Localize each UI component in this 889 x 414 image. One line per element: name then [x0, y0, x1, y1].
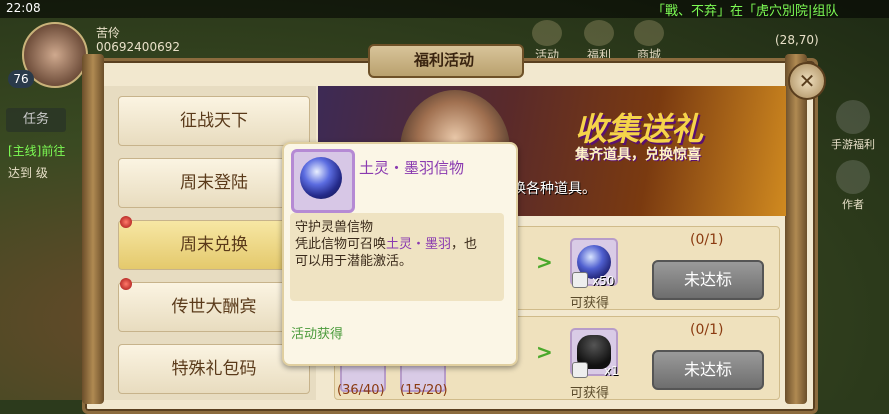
welfare-label: 手游福利: [831, 138, 875, 151]
world-chat-ticker: 「戰、不弃」在「虎穴別院|组队: [652, 4, 839, 19]
quest-line-1[interactable]: [主线]前往: [8, 142, 65, 159]
reward-quantity: x1: [604, 364, 619, 378]
menu-item-campaign[interactable]: 征战天下: [118, 96, 310, 146]
panel-title: 福利活动: [413, 51, 474, 69]
welfare-button[interactable]: 手游福利: [828, 100, 878, 152]
material-progress: (36/40): [337, 383, 385, 398]
banner-subtitle: 集齐道具，兑换惊喜: [575, 147, 701, 163]
status-time: 22:08: [6, 1, 41, 15]
reward-quantity: x50: [592, 274, 615, 288]
tooltip-desc-line3: 可以用于潜能激活。: [295, 254, 413, 269]
tooltip-desc-line1: 守护灵兽信物: [295, 220, 374, 235]
banner-description: 换各种道具。: [512, 181, 596, 197]
tooltip-item-name: 土灵・墨羽信物: [359, 159, 465, 177]
welfare-icon: [836, 100, 870, 134]
gift-icon: [584, 20, 614, 46]
player-level: 76: [8, 70, 34, 88]
row-progress: (0/1): [690, 322, 724, 338]
notification-dot: [120, 278, 132, 290]
player-id: 00692400692: [96, 40, 180, 54]
tooltip-desc-text: ，也: [451, 237, 478, 252]
can-get-label: 可获得: [570, 296, 610, 311]
author-icon: [836, 160, 870, 194]
not-reached-button[interactable]: 未达标: [652, 260, 764, 300]
activity-icon: [532, 20, 562, 46]
arrow-right-icon: >: [536, 340, 553, 364]
author-label: 作者: [842, 198, 864, 211]
author-button[interactable]: 作者: [828, 160, 878, 212]
tooltip-description: 守护灵兽信物 凭此信物可召唤土灵・墨羽，也 可以用于潜能激活。: [295, 219, 503, 270]
shop-icon: [634, 20, 664, 46]
material-progress: (15/20): [400, 383, 448, 398]
arrow-right-icon: >: [536, 250, 553, 274]
quest-line-2[interactable]: 达到 级: [8, 164, 48, 181]
tooltip-source: 活动获得: [291, 327, 344, 342]
map-coordinates: (28,70): [775, 33, 819, 47]
scroll-right-roller: [785, 54, 807, 404]
lock-icon: [572, 362, 588, 378]
tooltip-desc-text: 凭此信物可召唤: [295, 237, 387, 252]
close-button[interactable]: ✕: [788, 62, 826, 100]
row-progress: (0/1): [690, 232, 724, 248]
tooltip-desc-highlight: 土灵・墨羽: [386, 237, 452, 252]
task-tab[interactable]: 任务: [6, 108, 66, 132]
lock-icon: [572, 272, 588, 288]
player-name: 苦伶: [96, 26, 121, 40]
spirit-orb-icon: [300, 157, 342, 199]
not-reached-button[interactable]: 未达标: [652, 350, 764, 390]
notification-dot: [120, 216, 132, 228]
tooltip-desc-line2: 凭此信物可召唤土灵・墨羽，也: [295, 236, 503, 253]
can-get-label: 可获得: [570, 386, 610, 401]
scroll-left-roller: [82, 54, 104, 404]
